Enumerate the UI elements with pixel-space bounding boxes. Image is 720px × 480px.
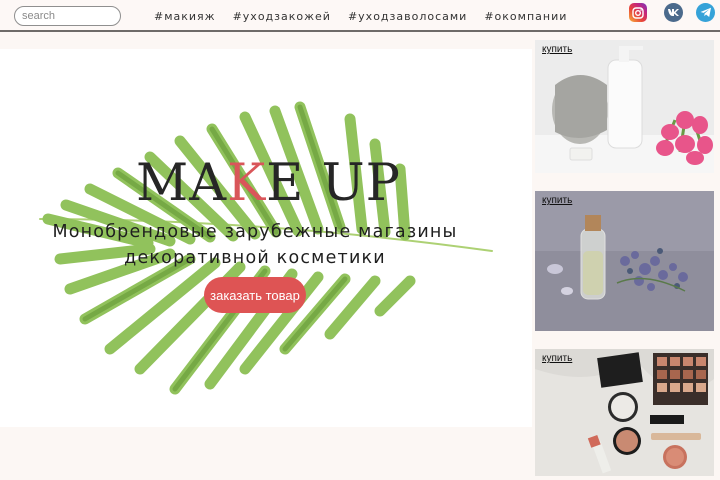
nav-link-about[interactable]: #окомпании bbox=[484, 10, 567, 23]
hero-subtitle: Монобрендовые зарубежные магазины декора… bbox=[0, 219, 510, 271]
buy-link-1[interactable]: купить bbox=[542, 44, 572, 55]
product-card-2: купить bbox=[535, 191, 714, 331]
oil-vial-lavender-photo bbox=[535, 191, 714, 331]
order-button[interactable]: заказать товар bbox=[204, 277, 306, 313]
hero-subtitle-line-1: Монобрендовые зарубежные магазины bbox=[52, 222, 458, 242]
buy-link-2[interactable]: купить bbox=[542, 195, 572, 206]
hero-title-end: E UP bbox=[266, 154, 401, 213]
top-header: #макияж #уходзакожей #уходзаволосами #ок… bbox=[0, 0, 720, 32]
hero-banner: MAKE UP Монобрендовые зарубежные магазин… bbox=[0, 49, 532, 427]
main-nav: #макияж #уходзакожей #уходзаволосами #ок… bbox=[154, 10, 584, 23]
product-card-1: купить bbox=[535, 40, 714, 173]
towel-bottle-tulips-photo bbox=[535, 40, 714, 173]
hero-title-start: MA bbox=[136, 154, 228, 213]
makeup-products-photo bbox=[535, 349, 714, 476]
buy-link-3[interactable]: купить bbox=[542, 353, 572, 364]
nav-link-makeup[interactable]: #макияж bbox=[154, 10, 216, 23]
nav-link-haircare[interactable]: #уходзаволосами bbox=[348, 10, 467, 23]
instagram-icon[interactable] bbox=[629, 3, 647, 22]
hero-title: MAKE UP bbox=[136, 158, 401, 209]
search-input[interactable] bbox=[14, 6, 121, 26]
hero-title-accent: K bbox=[227, 154, 267, 213]
nav-link-skincare[interactable]: #уходзакожей bbox=[233, 10, 331, 23]
telegram-icon[interactable] bbox=[696, 3, 715, 22]
hero-subtitle-line-2: декоративной косметики bbox=[124, 248, 386, 268]
product-card-3: купить bbox=[535, 349, 714, 476]
vk-icon[interactable] bbox=[664, 3, 683, 22]
